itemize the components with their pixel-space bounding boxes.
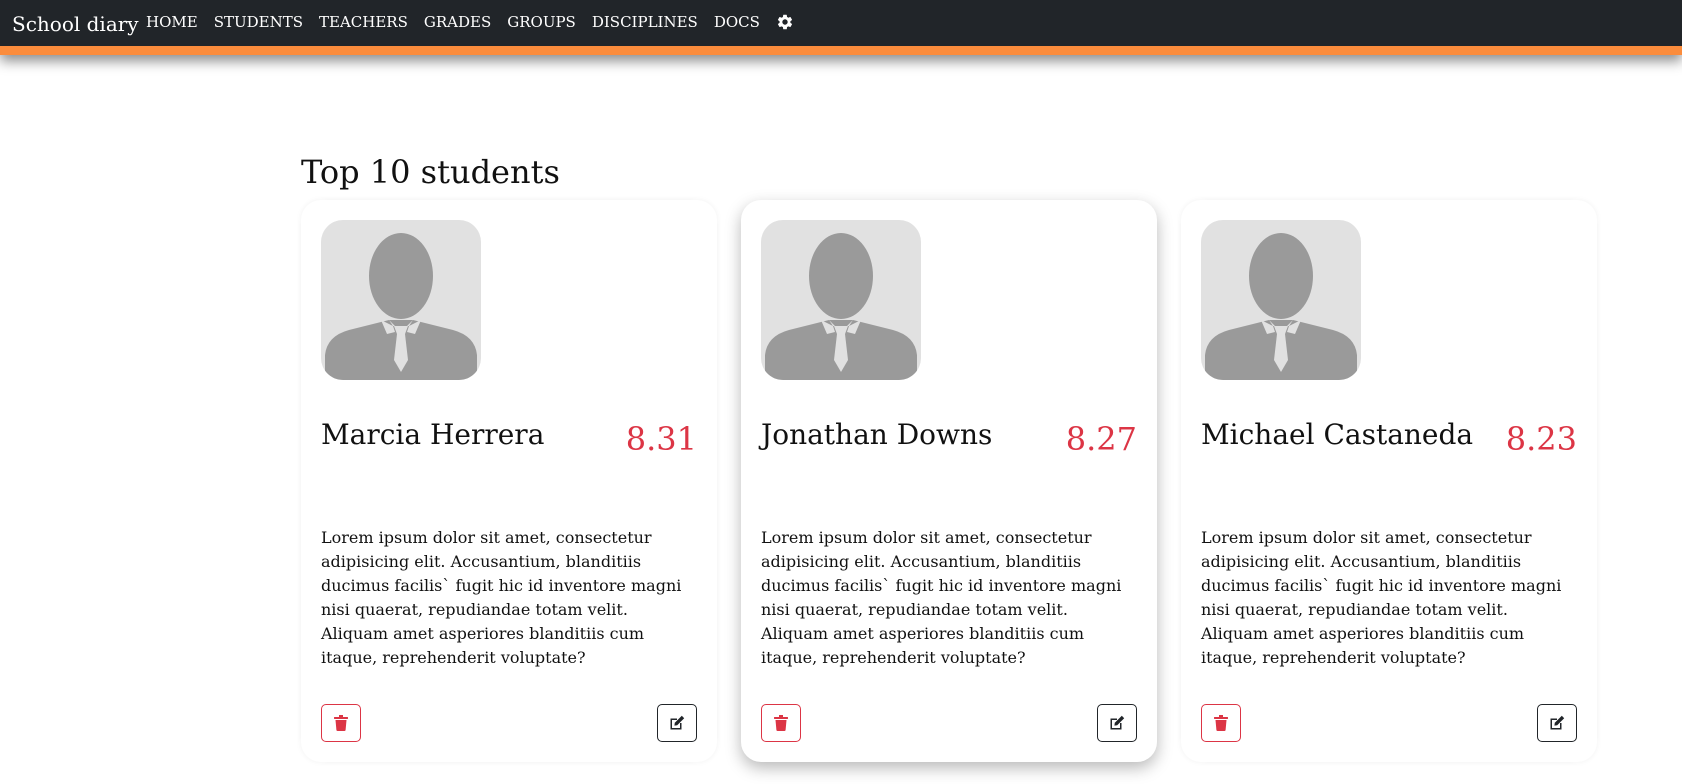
edit-button[interactable] bbox=[1097, 704, 1137, 742]
student-name[interactable]: Marcia Herrera bbox=[321, 418, 544, 451]
gear-icon[interactable] bbox=[776, 13, 794, 31]
person-placeholder-icon bbox=[1201, 220, 1361, 380]
student-card: Jonathan Downs 8.27 Lorem ipsum dolor si… bbox=[741, 200, 1157, 762]
student-description: Lorem ipsum dolor sit amet, consectetur … bbox=[321, 528, 682, 667]
delete-button[interactable] bbox=[761, 704, 801, 742]
student-name[interactable]: Michael Castaneda bbox=[1201, 418, 1473, 451]
student-description: Lorem ipsum dolor sit amet, consectetur … bbox=[761, 528, 1122, 667]
brand-logo[interactable]: School diary bbox=[12, 12, 139, 36]
person-placeholder-icon bbox=[321, 220, 481, 380]
nav-link-docs[interactable]: DOCS bbox=[714, 13, 760, 31]
edit-button[interactable] bbox=[1537, 704, 1577, 742]
navbar: School diary HOME STUDENTS TEACHERS GRAD… bbox=[0, 0, 1682, 55]
nav-link-groups[interactable]: GROUPS bbox=[507, 13, 576, 31]
delete-button[interactable] bbox=[1201, 704, 1241, 742]
nav-link-grades[interactable]: GRADES bbox=[424, 13, 491, 31]
student-grade: 8.23 bbox=[1505, 420, 1577, 458]
edit-icon bbox=[1110, 715, 1125, 730]
person-placeholder-icon bbox=[761, 220, 921, 380]
trash-icon bbox=[774, 715, 788, 731]
nav-links: HOME STUDENTS TEACHERS GRADES GROUPS DIS… bbox=[146, 13, 794, 31]
edit-button[interactable] bbox=[657, 704, 697, 742]
student-card: Michael Castaneda 8.23 Lorem ipsum dolor… bbox=[1181, 200, 1597, 762]
delete-button[interactable] bbox=[321, 704, 361, 742]
edit-icon bbox=[1550, 715, 1565, 730]
student-description: Lorem ipsum dolor sit amet, consectetur … bbox=[1201, 528, 1562, 667]
student-name[interactable]: Jonathan Downs bbox=[761, 418, 992, 451]
page-title: Top 10 students bbox=[301, 153, 560, 191]
student-grade: 8.27 bbox=[1065, 420, 1137, 458]
nav-link-home[interactable]: HOME bbox=[146, 13, 198, 31]
student-card: Marcia Herrera 8.31 Lorem ipsum dolor si… bbox=[301, 200, 717, 762]
nav-link-students[interactable]: STUDENTS bbox=[214, 13, 303, 31]
nav-link-disciplines[interactable]: DISCIPLINES bbox=[592, 13, 698, 31]
trash-icon bbox=[1214, 715, 1228, 731]
edit-icon bbox=[670, 715, 685, 730]
trash-icon bbox=[334, 715, 348, 731]
nav-link-teachers[interactable]: TEACHERS bbox=[319, 13, 408, 31]
student-grade: 8.31 bbox=[625, 420, 697, 458]
